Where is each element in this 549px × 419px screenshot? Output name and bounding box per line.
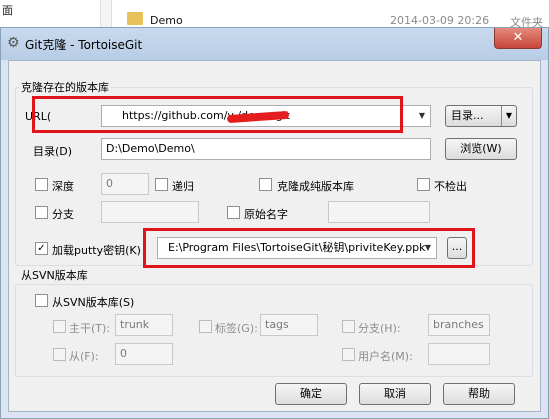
tortoisegit-gear-icon: ⚙ <box>7 35 20 51</box>
tags-label: 标签(G): <box>215 322 258 335</box>
target-dir-label: 目录(D) <box>33 145 73 158</box>
tags-input[interactable]: tags <box>260 314 318 336</box>
clone-group-label: 克隆存在的版本库 <box>19 79 111 95</box>
svn-group-label: 从SVN版本库 <box>19 267 90 283</box>
close-button[interactable]: ✕ <box>494 28 542 49</box>
bare-label: 克隆成纯版本库 <box>277 180 354 193</box>
tags-value: tags <box>265 318 289 331</box>
from-rev-checkbox[interactable] <box>53 348 66 361</box>
trunk-input[interactable]: trunk <box>115 314 173 336</box>
trunk-checkbox[interactable] <box>53 320 66 333</box>
window-title: Git克隆 - TortoiseGit <box>25 38 143 52</box>
recursive-checkbox[interactable] <box>155 178 168 191</box>
depth-label: 深度 <box>52 180 74 193</box>
ok-button[interactable]: 确定 <box>275 383 347 405</box>
trunk-label: 主干(T): <box>69 322 111 335</box>
depth-checkbox[interactable] <box>35 178 48 191</box>
trunk-value: trunk <box>120 318 150 331</box>
from-rev-value: 0 <box>120 347 127 360</box>
dialog-client-area: 克隆存在的版本库 URL( https://github.com/y /demo… <box>8 60 541 412</box>
username-checkbox[interactable] <box>342 348 355 361</box>
from-svn-label: 从SVN版本库(S) <box>52 296 135 309</box>
explorer-left-text: 面 <box>2 4 13 17</box>
branch-checkbox[interactable] <box>35 206 48 219</box>
folder-name[interactable]: Demo <box>150 14 183 27</box>
branches-label: 分支(H): <box>358 322 401 335</box>
depth-value: 0 <box>106 177 113 190</box>
putty-highlight-box <box>143 228 475 268</box>
title-bar[interactable]: ⚙ Git克隆 - TortoiseGit ✕ <box>1 28 548 60</box>
branch-input[interactable] <box>101 201 199 223</box>
putty-key-label: 加载putty密钥(K) <box>52 244 141 257</box>
git-clone-dialog: ⚙ Git克隆 - TortoiseGit ✕ 克隆存在的版本库 URL( ht… <box>0 27 549 419</box>
help-button[interactable]: 帮助 <box>443 383 515 405</box>
recursive-label: 递归 <box>172 180 194 193</box>
from-rev-input[interactable]: 0 <box>115 343 173 365</box>
branches-checkbox[interactable] <box>342 320 355 333</box>
explorer-separator <box>100 0 112 30</box>
target-dir-input[interactable]: D:\Demo\Demo\ <box>101 138 431 160</box>
username-label: 用户名(M): <box>358 350 413 363</box>
folder-icon <box>127 12 143 25</box>
target-dir-value: D:\Demo\Demo\ <box>106 142 195 155</box>
putty-key-checkbox[interactable]: ✓ <box>35 242 48 255</box>
from-rev-label: 从(F): <box>69 350 99 363</box>
no-checkout-label: 不检出 <box>434 180 467 193</box>
tags-checkbox[interactable] <box>199 320 212 333</box>
username-input[interactable] <box>428 343 490 365</box>
folder-date: 2014-03-09 20:26 <box>390 14 490 27</box>
from-svn-checkbox[interactable] <box>35 294 48 307</box>
branches-input[interactable]: branches <box>428 314 490 336</box>
dropdown-arrow-icon[interactable]: ▼ <box>416 106 428 126</box>
origin-label: 原始名字 <box>244 208 288 221</box>
branches-value: branches <box>433 318 484 331</box>
directory-button[interactable]: 目录... ▼ <box>445 105 517 127</box>
no-checkout-checkbox[interactable] <box>417 178 430 191</box>
browse-button[interactable]: 浏览(W) <box>445 138 517 160</box>
branch-label: 分支 <box>52 208 74 221</box>
directory-button-label: 目录... <box>451 109 484 122</box>
url-highlight-box <box>32 96 403 133</box>
chevron-down-icon[interactable]: ▼ <box>501 106 516 126</box>
cancel-button[interactable]: 取消 <box>359 383 431 405</box>
origin-input[interactable] <box>328 201 430 223</box>
origin-checkbox[interactable] <box>227 206 240 219</box>
bare-checkbox[interactable] <box>259 178 272 191</box>
depth-input[interactable]: 0 <box>101 173 149 195</box>
